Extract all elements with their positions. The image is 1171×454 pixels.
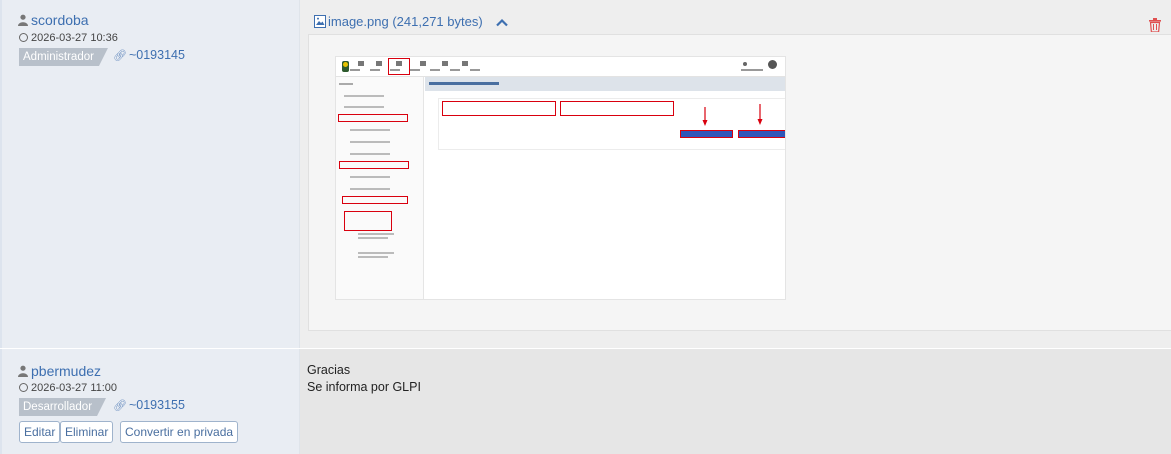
user-icon [18, 14, 28, 26]
message-line: Se informa por GLPI [307, 380, 421, 394]
attached-screenshot-image[interactable] [336, 57, 785, 299]
item-content: image.png (241,271 bytes) [300, 0, 1171, 348]
timeline: scordoba 2026-03-27 10:36 Administrador … [0, 0, 1171, 454]
author-name: scordoba [31, 12, 89, 28]
role-badge: Desarrollador [19, 398, 106, 416]
make-private-button[interactable]: Convertir en privada [120, 421, 239, 443]
author-link[interactable]: pbermudez [18, 363, 101, 379]
item-date: 2026-03-27 11:00 [19, 382, 117, 394]
author-link[interactable]: scordoba [18, 12, 89, 28]
timeline-item-followup: pbermudez 2026-03-27 11:00 Desarrollador… [0, 349, 1171, 454]
edit-button[interactable]: Editar [19, 421, 61, 443]
message-line: Gracias [307, 363, 351, 377]
link-icon: 🔗︎ [113, 400, 127, 412]
role-badge: Administrador [19, 48, 108, 66]
screenshot-sidebar [336, 77, 424, 299]
attachment-size: (241,271 bytes) [392, 14, 483, 29]
trash-icon[interactable] [1149, 18, 1161, 32]
user-icon [18, 365, 28, 377]
item-ref-link[interactable]: 🔗︎ ~0193155 [113, 398, 185, 412]
item-ref-link[interactable]: 🔗︎ ~0193145 [113, 48, 185, 62]
date-text: 2026-03-27 10:36 [31, 32, 118, 44]
author-name: pbermudez [31, 363, 102, 379]
attachment-filename[interactable]: image.png [328, 14, 389, 29]
delete-button[interactable]: Eliminar [60, 421, 114, 443]
ref-text: ~0193155 [128, 398, 185, 412]
date-text: 2026-03-27 11:00 [31, 382, 118, 394]
chevron-up-icon[interactable] [496, 18, 509, 27]
link-icon: 🔗︎ [113, 50, 127, 62]
clock-icon [19, 33, 28, 42]
attachment-header: image.png (241,271 bytes) [314, 14, 509, 29]
timeline-item-document: scordoba 2026-03-27 10:36 Administrador … [0, 0, 1171, 348]
screenshot-topbar [336, 57, 785, 77]
image-file-icon [314, 15, 326, 28]
item-content: Gracias Se informa por GLPI [300, 349, 1171, 454]
ref-text: ~0193145 [128, 48, 185, 62]
item-meta: scordoba 2026-03-27 10:36 Administrador … [2, 0, 300, 348]
clock-icon [19, 383, 28, 392]
item-meta: pbermudez 2026-03-27 11:00 Desarrollador… [2, 349, 300, 454]
item-date: 2026-03-27 10:36 [19, 32, 118, 44]
screenshot-main [425, 77, 785, 299]
